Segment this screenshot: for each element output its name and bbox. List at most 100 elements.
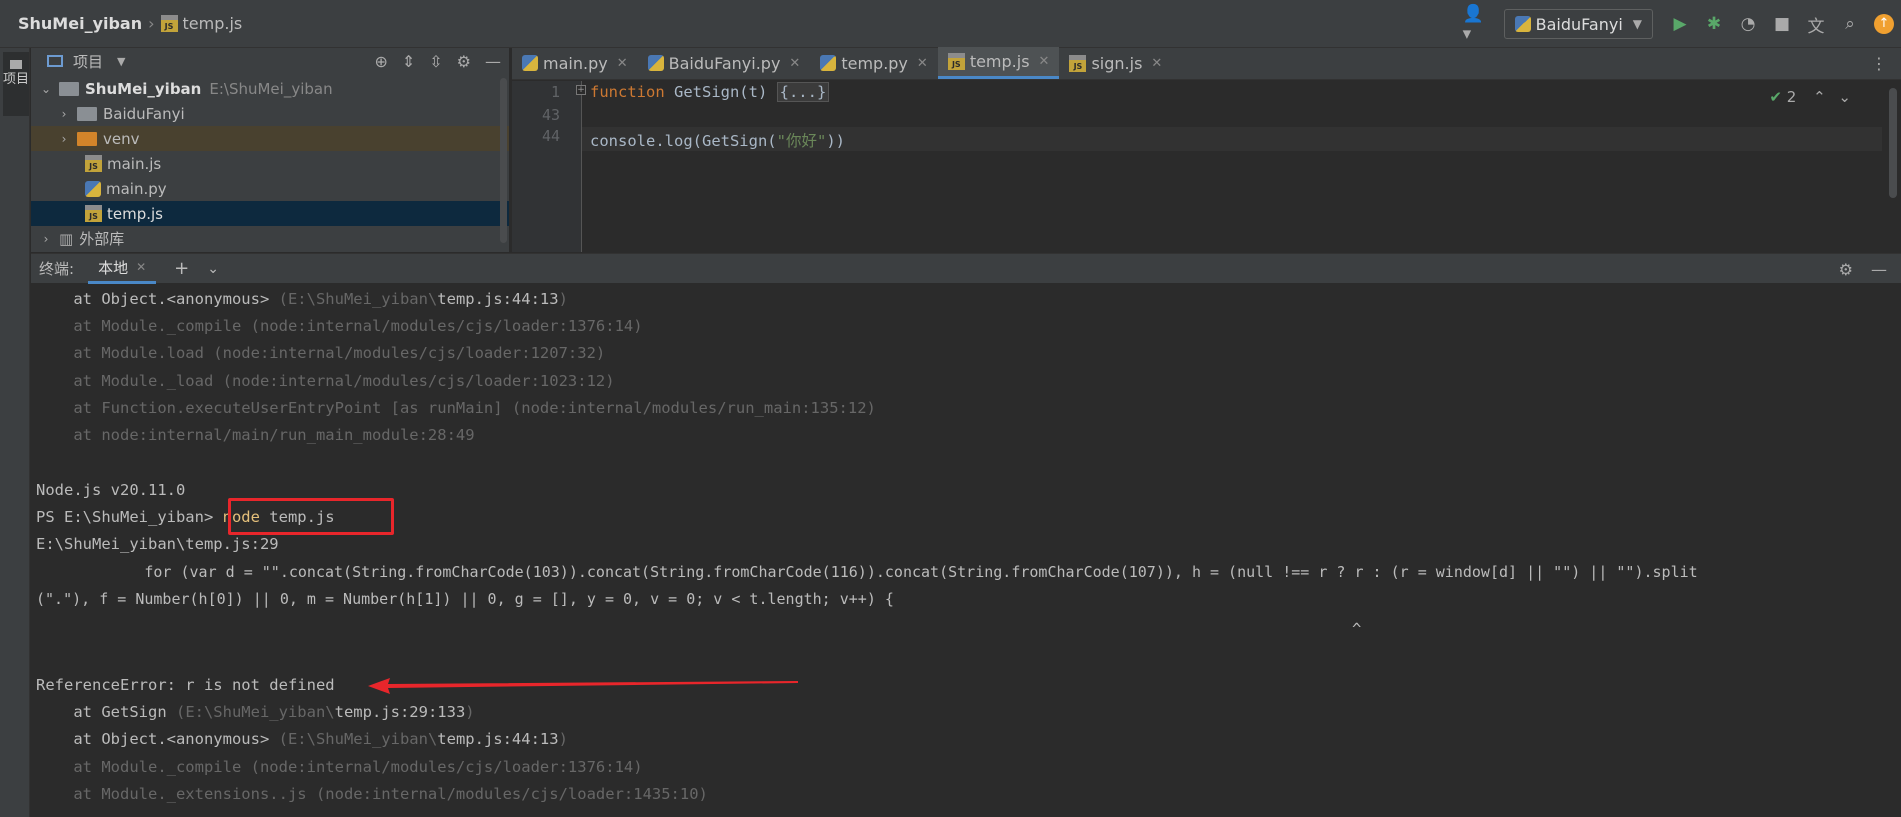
- run-config-select[interactable]: BaiduFanyi ▼: [1503, 9, 1653, 39]
- run-config-label: BaiduFanyi: [1535, 14, 1623, 34]
- close-icon[interactable]: ✕: [136, 260, 146, 274]
- gear-icon[interactable]: ⚙: [1839, 260, 1853, 279]
- folder-icon: [77, 106, 97, 121]
- python-file-icon: [647, 55, 664, 71]
- tree-item-label: 外部库: [79, 230, 125, 248]
- expand-all-icon[interactable]: ⇕: [402, 52, 415, 71]
- breadcrumb-project[interactable]: ShuMei_yiban: [18, 14, 142, 33]
- terminal-line: E:\ShuMei_yiban\temp.js:29: [36, 535, 279, 553]
- terminal-title: 终端:: [39, 260, 75, 278]
- trace-text: at Object.<anonymous>: [36, 730, 279, 748]
- chevron-down-icon[interactable]: ⌄: [39, 82, 53, 96]
- breadcrumb-file[interactable]: temp.js: [183, 14, 243, 33]
- code-text: console.log(GetSign(: [590, 132, 777, 150]
- terminal-line: at Module.load (node:internal/modules/cj…: [36, 344, 606, 362]
- minimize-icon[interactable]: —: [485, 52, 501, 71]
- stop-icon[interactable]: ■: [1768, 10, 1796, 38]
- python-icon: [1514, 16, 1531, 32]
- terminal-line: Node.js v20.11.0: [36, 481, 186, 499]
- project-view-select[interactable]: 项目: [73, 51, 103, 72]
- line-number: 44: [541, 127, 560, 145]
- translate-icon[interactable]: 文: [1802, 10, 1830, 38]
- code-line-1[interactable]: function GetSign(t) {...}: [590, 82, 830, 102]
- run-icon[interactable]: ▶: [1666, 10, 1694, 38]
- trace-text: at GetSign: [36, 703, 176, 721]
- fold-icon[interactable]: +: [576, 85, 586, 95]
- chevron-right-icon[interactable]: ›: [57, 132, 71, 146]
- tree-item-label: BaiduFanyi: [103, 104, 185, 123]
- tree-item-baidufanyi[interactable]: › BaiduFanyi: [31, 101, 509, 126]
- tab-sign-js[interactable]: JS sign.js ✕: [1059, 47, 1172, 79]
- minimize-icon[interactable]: —: [1871, 260, 1887, 279]
- tree-item-main-py[interactable]: main.py: [31, 176, 509, 201]
- account-icon[interactable]: 👤▾: [1463, 4, 1491, 44]
- line-number: 43: [541, 106, 560, 124]
- gear-icon[interactable]: ⚙: [457, 52, 471, 71]
- js-file-icon: JS: [160, 15, 178, 32]
- close-icon[interactable]: ✕: [1039, 54, 1050, 69]
- tree-item-label: ShuMei_yiban: [85, 79, 202, 98]
- tree-item-temp-js[interactable]: JS temp.js: [31, 201, 509, 226]
- terminal-header: 终端: 本地 ✕ + ⌄ ⚙ —: [31, 253, 1901, 284]
- chevron-down-icon[interactable]: ▼: [117, 55, 125, 68]
- close-icon[interactable]: ✕: [917, 56, 928, 71]
- tree-item-label: temp.js: [107, 204, 163, 223]
- python-file-icon: [85, 180, 101, 197]
- python-file-icon: [820, 55, 837, 71]
- close-icon[interactable]: ✕: [789, 56, 800, 71]
- panel-view-icon: [47, 55, 63, 67]
- toolbar-right: 👤▾ BaiduFanyi ▼ ▶ ✱ ◔ ■ 文 ⌕ ↑: [1460, 0, 1901, 48]
- js-file-icon: JS: [85, 155, 102, 172]
- search-icon[interactable]: ⌕: [1836, 10, 1864, 38]
- editor-gutter: 1 43 44 +: [512, 81, 586, 252]
- tab-temp-py[interactable]: temp.py ✕: [810, 47, 937, 79]
- ide-window: ShuMei_yiban › JS temp.js 👤▾ BaiduFanyi …: [0, 0, 1901, 817]
- chevron-right-icon[interactable]: ›: [57, 107, 71, 121]
- tab-main-py[interactable]: main.py ✕: [512, 47, 638, 79]
- close-icon[interactable]: ✕: [617, 56, 628, 71]
- editor-scrollbar[interactable]: [1889, 88, 1897, 198]
- debug-icon[interactable]: ✱: [1700, 10, 1728, 38]
- add-terminal-icon[interactable]: +: [174, 258, 189, 279]
- trace-path: ): [558, 290, 568, 308]
- chevron-right-icon: ›: [148, 14, 155, 33]
- trace-text: at Object.<anonymous>: [36, 290, 279, 308]
- project-scrollbar[interactable]: [500, 78, 507, 243]
- trace-path: ): [465, 703, 475, 721]
- chevron-down-icon[interactable]: ⌄: [1838, 88, 1851, 106]
- terminal-line: at Function.executeUserEntryPoint [as ru…: [36, 399, 876, 417]
- inspection-widget[interactable]: ✔ 2 ⌃ ⌄: [1769, 88, 1851, 106]
- python-file-icon: [522, 55, 538, 71]
- project-tool-tab-label: 项目: [3, 72, 30, 87]
- more-icon[interactable]: ⋮: [1871, 54, 1887, 73]
- tab-baidufanyi-py[interactable]: BaiduFanyi.py ✕: [638, 47, 811, 79]
- tree-item-external-libs[interactable]: › ▥ 外部库: [31, 226, 509, 251]
- tree-item-label: main.js: [107, 154, 162, 173]
- terminal-line: at Object.<anonymous> (E:\ShuMei_yiban\t…: [36, 290, 568, 308]
- project-tool-tab[interactable]: 项目: [3, 52, 29, 116]
- code-line-44[interactable]: console.log(GetSign("你好")): [590, 129, 845, 151]
- collapse-all-icon[interactable]: ⇳: [429, 52, 442, 71]
- tree-item-main-js[interactable]: JS main.js: [31, 151, 509, 176]
- tree-item-root[interactable]: ⌄ ShuMei_yiban E:\ShuMei_yiban: [31, 76, 509, 101]
- terminal-output[interactable]: at Object.<anonymous> (E:\ShuMei_yiban\t…: [31, 284, 1901, 817]
- tab-label: main.py: [543, 53, 608, 73]
- terminal-line: at Module._load (node:internal/modules/c…: [36, 372, 615, 390]
- tree-item-label: main.py: [106, 179, 167, 198]
- update-icon[interactable]: ↑: [1870, 10, 1898, 38]
- tree-item-venv[interactable]: › venv: [31, 126, 509, 151]
- tab-label: temp.py: [841, 53, 908, 73]
- close-icon[interactable]: ✕: [1151, 56, 1162, 71]
- code-string: "你好": [776, 132, 827, 150]
- tab-label: sign.js: [1091, 53, 1143, 73]
- project-panel-tools: ⊕ ⇕ ⇳ ⚙ —: [360, 48, 501, 74]
- chevron-up-icon[interactable]: ⌃: [1813, 88, 1826, 106]
- code-text: GetSign(t): [664, 83, 777, 101]
- chevron-right-icon[interactable]: ›: [39, 232, 53, 246]
- tab-temp-js[interactable]: JS temp.js ✕: [937, 47, 1060, 79]
- coverage-icon[interactable]: ◔: [1734, 10, 1762, 38]
- tab-terminal-local[interactable]: 本地 ✕: [88, 254, 157, 284]
- chevron-down-icon[interactable]: ⌄: [207, 261, 219, 277]
- folded-region[interactable]: {...}: [776, 82, 830, 102]
- locate-icon[interactable]: ⊕: [374, 52, 387, 71]
